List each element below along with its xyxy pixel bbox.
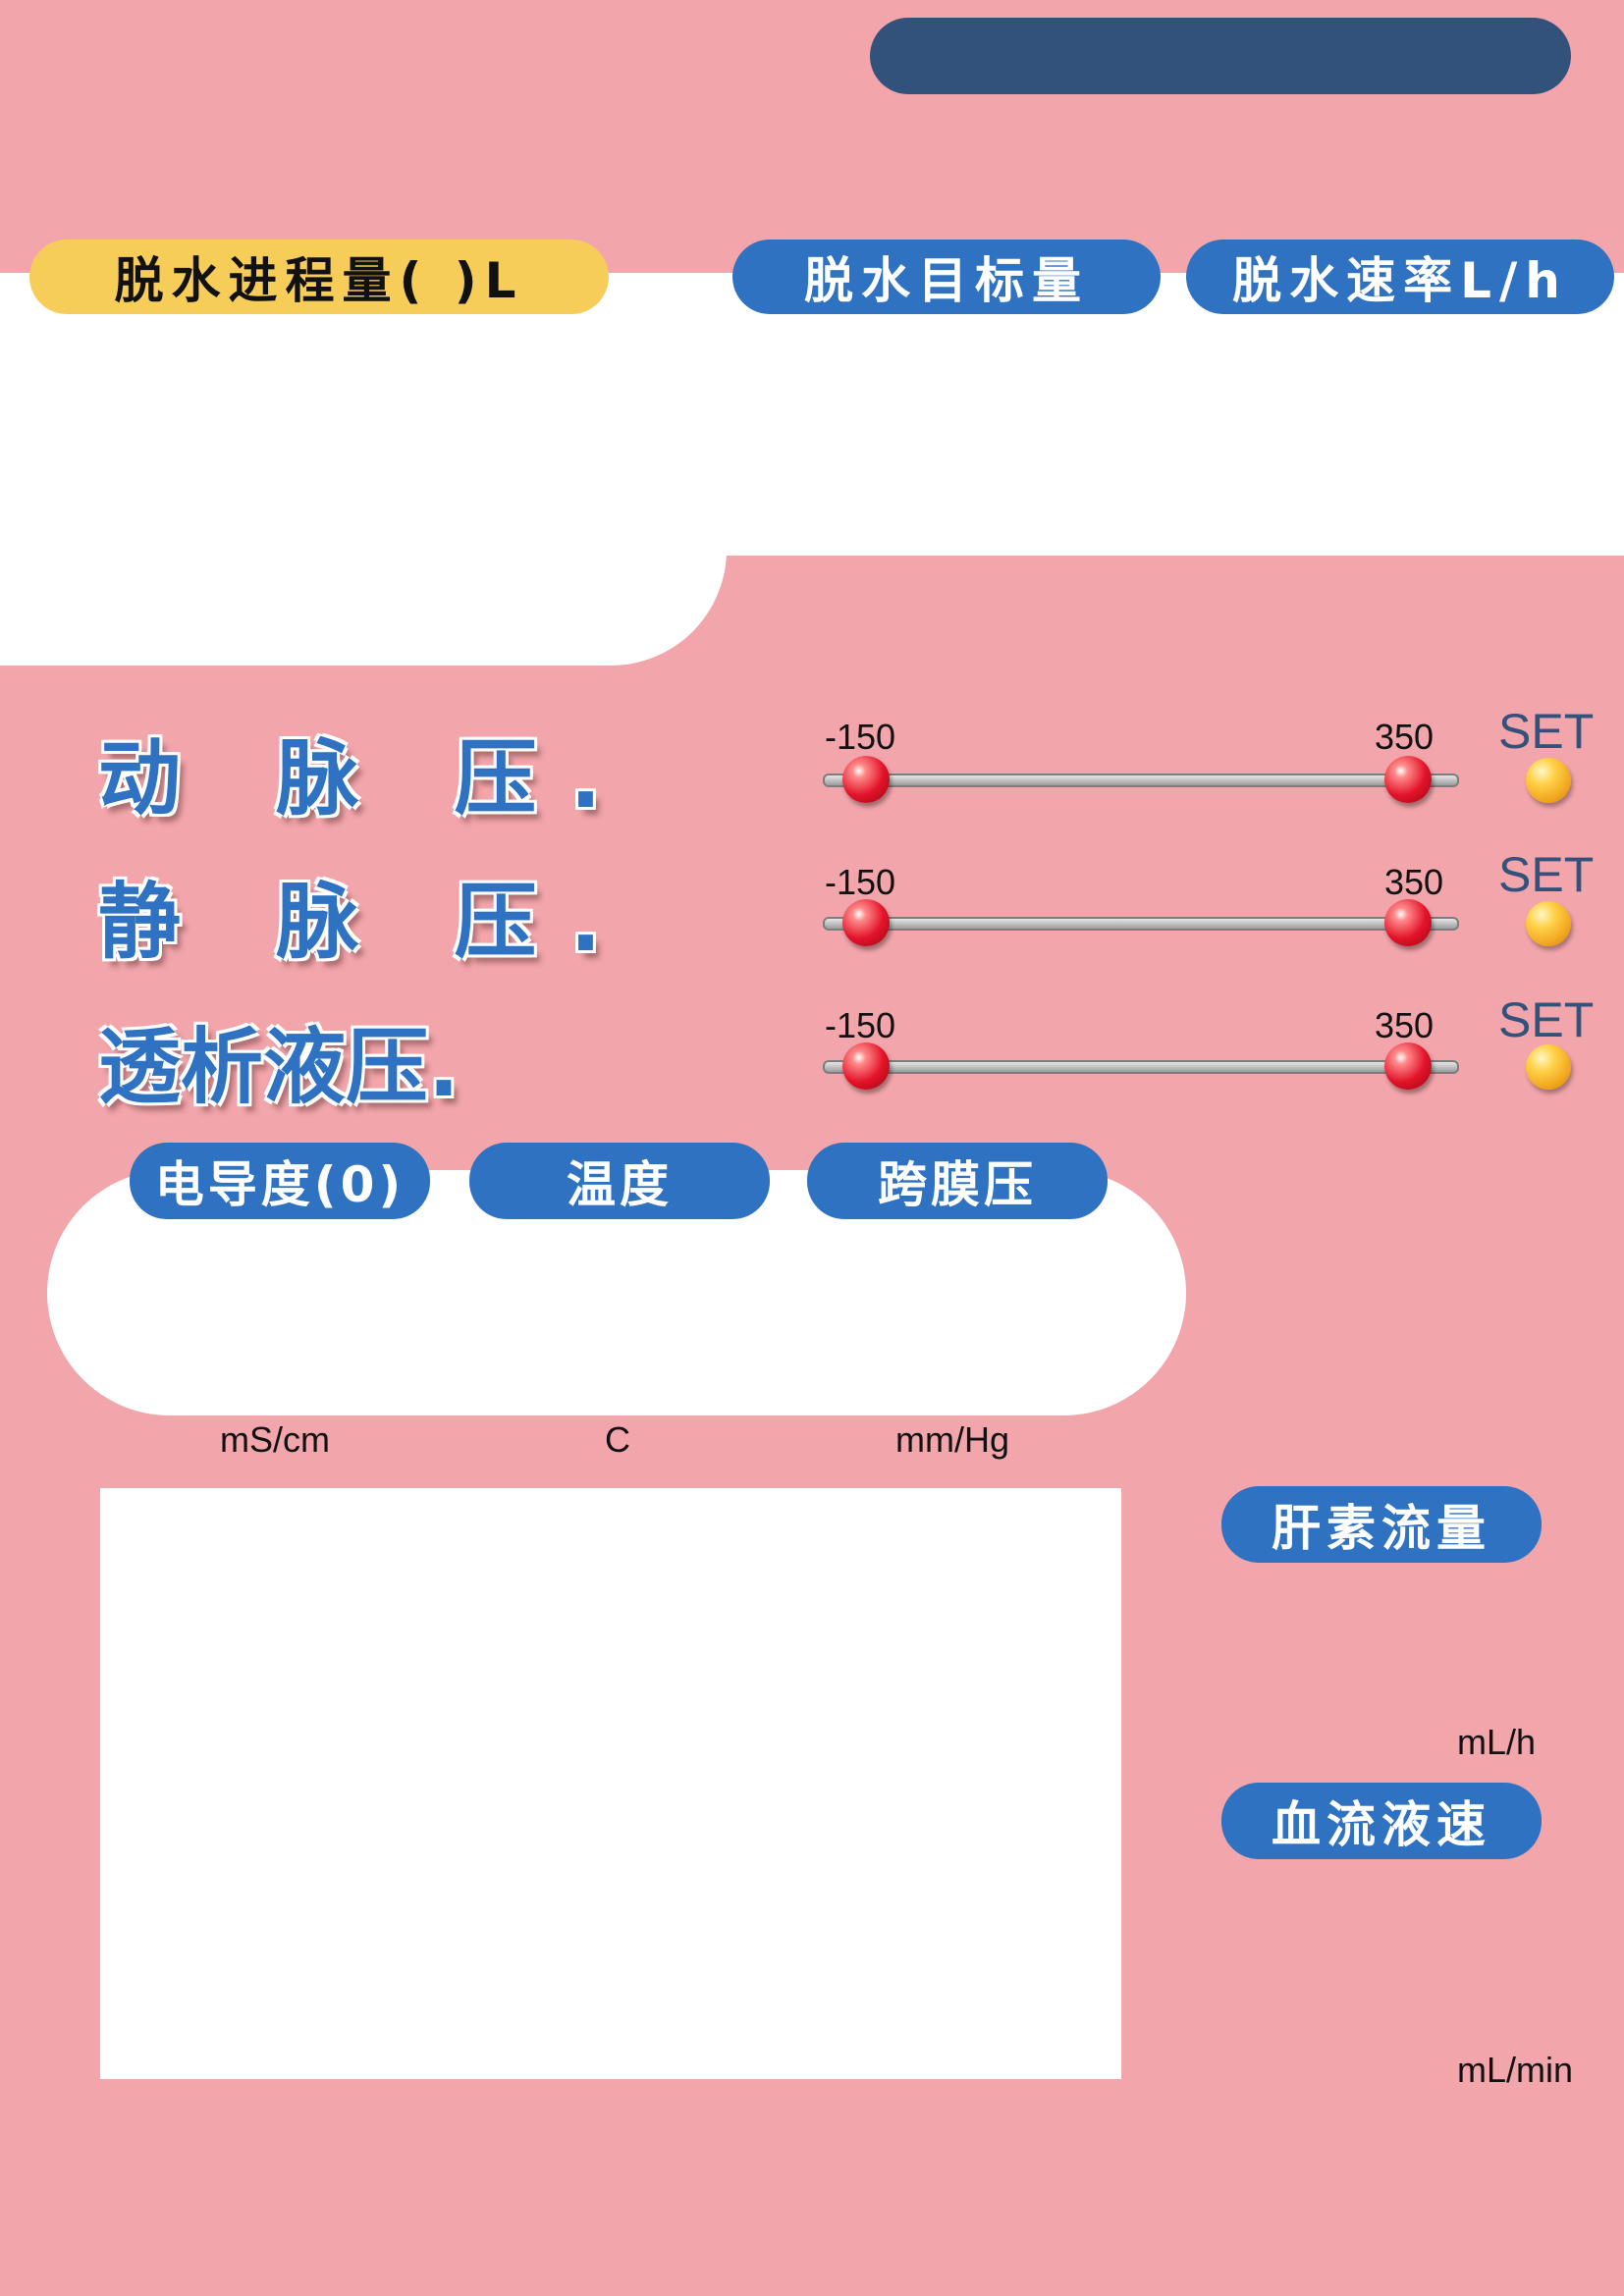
heparin-flow-button[interactable]: 肝素流量 (1221, 1486, 1542, 1563)
dialysate-max-tick: 350 (1375, 1005, 1435, 1045)
arterial-high-limit-handle[interactable] (1384, 756, 1432, 803)
transmembrane-pressure-unit: mm/Hg (895, 1419, 1009, 1460)
venous-set-label: SET (1498, 847, 1595, 902)
venous-max-tick: 350 (1384, 862, 1444, 902)
dialysate-min-tick: -150 (825, 1005, 896, 1045)
arterial-set-label: SET (1498, 704, 1595, 759)
arterial-low-limit-handle[interactable] (842, 756, 890, 803)
arterial-set-button[interactable] (1526, 758, 1571, 803)
dialysate-low-limit-handle[interactable] (842, 1042, 890, 1090)
venous-low-limit-handle[interactable] (842, 899, 890, 946)
arterial-pressure-label: 动 脉 压. (98, 730, 635, 827)
arterial-min-tick: -150 (825, 717, 896, 757)
ultrafiltration-progress-label: 脱水进程量( )L (29, 240, 609, 314)
ultrafiltration-display-panel-extension (0, 550, 727, 666)
venous-pressure-label: 静 脉 压. (98, 874, 635, 970)
temperature-unit: C (605, 1419, 630, 1460)
dialysate-set-button[interactable] (1526, 1044, 1571, 1090)
ultrafiltration-target-button[interactable]: 脱水目标量 (732, 240, 1161, 314)
arterial-max-tick: 350 (1375, 717, 1435, 757)
venous-min-tick: -150 (825, 862, 896, 902)
arterial-pressure-slider-track[interactable] (823, 774, 1459, 787)
blood-flow-button[interactable]: 血流液速 (1221, 1783, 1542, 1859)
blood-flow-unit: mL/min (1457, 2050, 1574, 2090)
conductivity-unit: mS/cm (220, 1419, 330, 1460)
dialysate-pressure-label: 透析液压. (98, 1019, 460, 1115)
venous-high-limit-handle[interactable] (1384, 899, 1432, 946)
heparin-flow-unit: mL/h (1457, 1722, 1537, 1762)
venous-pressure-slider-track[interactable] (823, 917, 1459, 931)
header-bar (870, 18, 1571, 94)
dialysate-set-label: SET (1498, 992, 1595, 1047)
ultrafiltration-rate-button[interactable]: 脱水速率L/h (1186, 240, 1614, 314)
dialysate-pressure-slider-track[interactable] (823, 1060, 1459, 1074)
ultrafiltration-display-panel (0, 273, 1624, 556)
dialysate-high-limit-handle[interactable] (1384, 1042, 1432, 1090)
temperature-button[interactable]: 温度 (469, 1143, 770, 1219)
venous-set-button[interactable] (1526, 901, 1571, 946)
main-display-area (100, 1488, 1121, 2079)
conductivity-button[interactable]: 电导度(0) (130, 1143, 430, 1219)
transmembrane-pressure-button[interactable]: 跨膜压 (807, 1143, 1108, 1219)
